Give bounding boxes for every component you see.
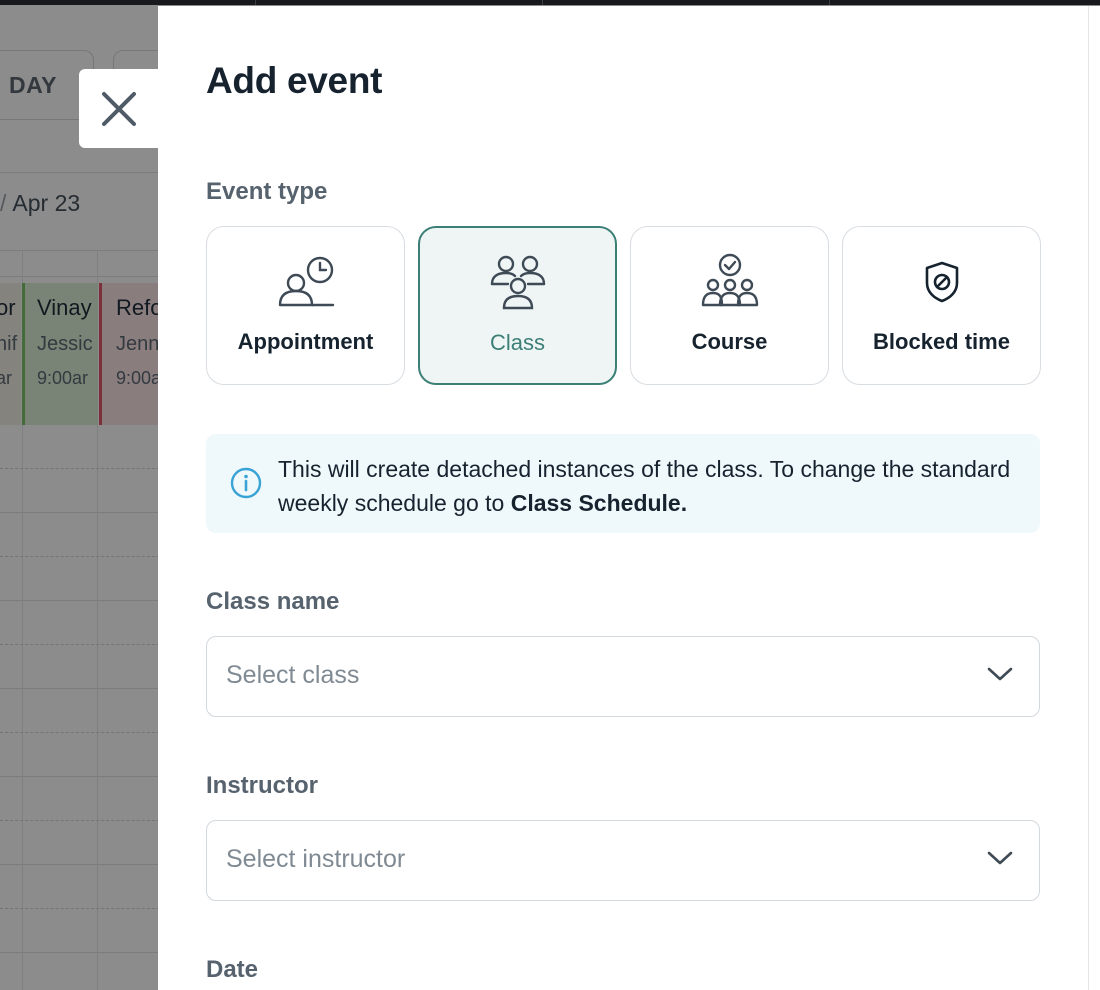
event-type-label: Class [489,330,545,355]
event-type-appointment[interactable]: Appointment [206,226,405,385]
event-type-label: Blocked time [873,329,1010,354]
event-type-blocked-time[interactable]: Blocked time [842,226,1041,385]
info-icon [230,467,262,499]
person-clock-icon [278,256,334,307]
close-button[interactable] [79,69,159,148]
chevron-down-icon [987,851,1013,865]
event-type-course[interactable]: Course [630,226,829,385]
instructor-select[interactable]: Select instructor [206,820,1040,901]
event-type-label: Event type [206,178,328,205]
scrollbar-gutter[interactable] [1088,6,1100,990]
class-name-label: Class name [206,588,340,615]
event-type-label: Appointment [237,329,374,354]
group-check-icon [701,253,758,307]
instructor-label: Instructor [206,772,319,799]
info-banner: This will create detached instances of t… [206,434,1040,533]
instructor-select-placeholder: Select instructor [226,845,406,873]
class-schedule-link[interactable]: Class Schedule. [511,490,687,516]
add-event-drawer: Add event Event type Appointment Class C… [158,6,1088,990]
date-label: Date [206,956,259,983]
info-text: This will create detached instances of t… [278,456,1011,516]
class-select[interactable]: Select class [206,636,1040,717]
class-select-placeholder: Select class [226,661,360,689]
shield-blocked-icon [925,261,958,303]
event-type-class[interactable]: Class [418,226,617,385]
chevron-down-icon [987,667,1013,681]
event-type-label: Course [691,329,768,354]
group-icon [490,255,545,310]
close-icon [102,91,136,126]
drawer-title: Add event [206,60,383,101]
